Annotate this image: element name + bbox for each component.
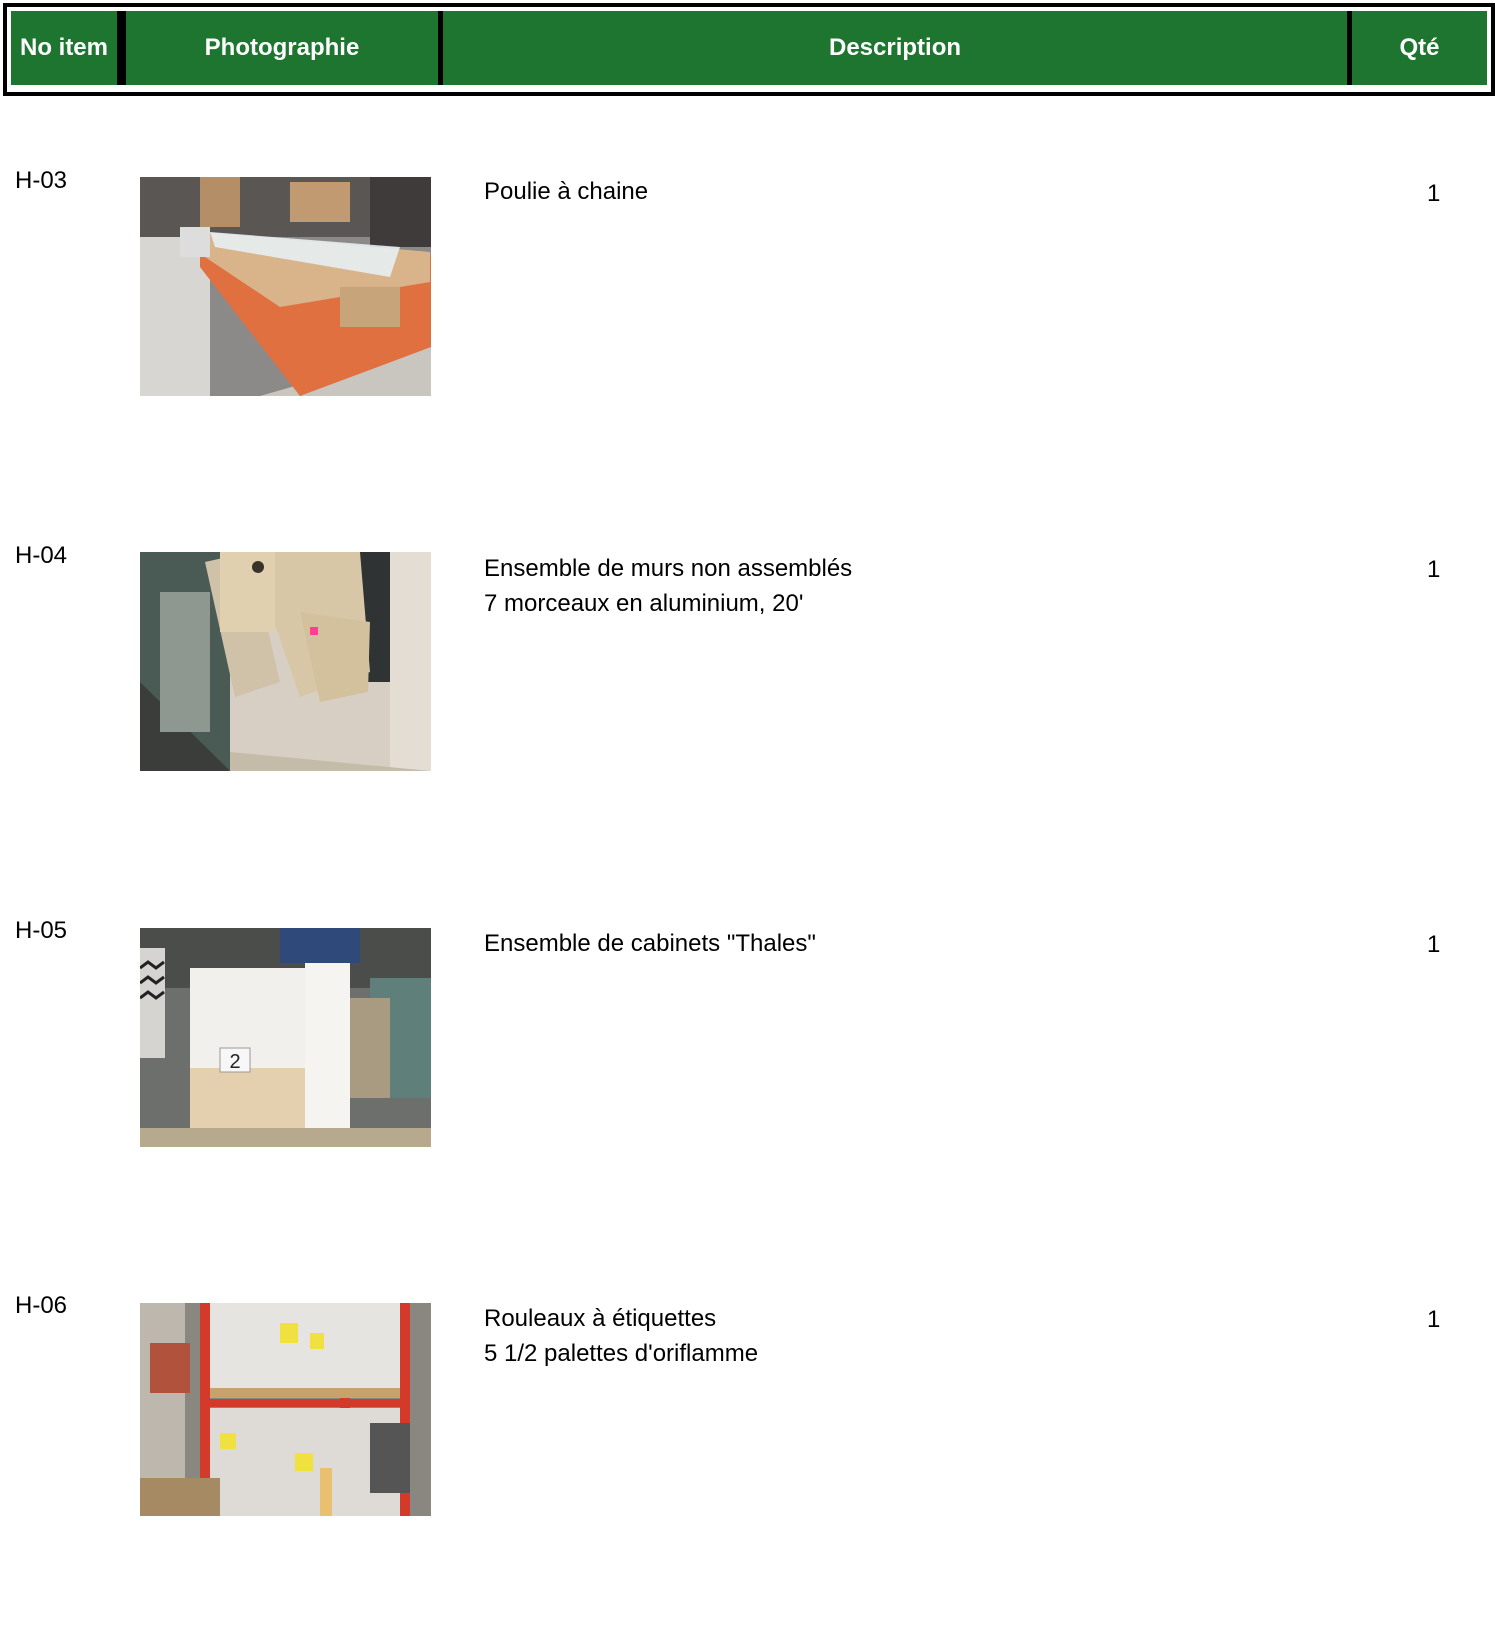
- description-line: 5 1/2 palettes d'oriflamme: [484, 1340, 759, 1367]
- description-line: Rouleaux à étiquettes: [484, 1305, 717, 1332]
- item-number: H-03: [15, 167, 68, 194]
- header-no-item: No item: [19, 34, 108, 61]
- description-line: 7 morceaux en aluminium, 20': [484, 590, 804, 617]
- table-row: H-05 2 Ensemble de cabinets "Thales" 1: [0, 917, 1495, 1277]
- item-description: Ensemble de murs non assemblés 7 morceau…: [484, 551, 852, 621]
- item-description: Poulie à chaine: [484, 174, 648, 209]
- item-quantity: 1: [1427, 180, 1441, 207]
- item-photo: [140, 1303, 431, 1516]
- table-row: H-03 Poulie à chaine 1: [0, 167, 1495, 527]
- item-description: Rouleaux à étiquettes 5 1/2 palettes d'o…: [484, 1301, 758, 1371]
- item-quantity: 1: [1427, 1306, 1441, 1333]
- item-quantity: 1: [1427, 556, 1441, 583]
- item-photo: [140, 552, 431, 771]
- header-qty: Qté: [1399, 34, 1440, 61]
- item-description: Ensemble de cabinets "Thales": [484, 926, 816, 961]
- description-line: Ensemble de cabinets "Thales": [484, 930, 816, 957]
- item-number: H-05: [15, 917, 68, 944]
- item-number: H-04: [15, 542, 68, 569]
- item-photo: 2: [140, 928, 431, 1147]
- item-photo: [140, 177, 431, 396]
- header-description: Description: [828, 34, 962, 61]
- table-header: No item Photographie Description Qté: [11, 11, 1487, 85]
- pallet-rack-photo: [140, 1303, 431, 1516]
- photo-box-label: 2: [229, 1051, 240, 1073]
- item-number: H-06: [15, 1292, 68, 1319]
- table-row: H-06 Rouleaux à étiquettes 5 1/2 palette…: [0, 1292, 1495, 1652]
- workshop-table-photo: [140, 177, 431, 396]
- cabinets-photo: 2: [140, 928, 431, 1147]
- table-row: H-04 Ensemble de murs non assemblés 7 mo…: [0, 542, 1495, 902]
- wall-panels-photo: [140, 552, 431, 771]
- description-line: Ensemble de murs non assemblés: [484, 555, 853, 582]
- item-quantity: 1: [1427, 931, 1441, 958]
- header-photo: Photographie: [204, 34, 360, 61]
- description-line: Poulie à chaine: [484, 178, 649, 205]
